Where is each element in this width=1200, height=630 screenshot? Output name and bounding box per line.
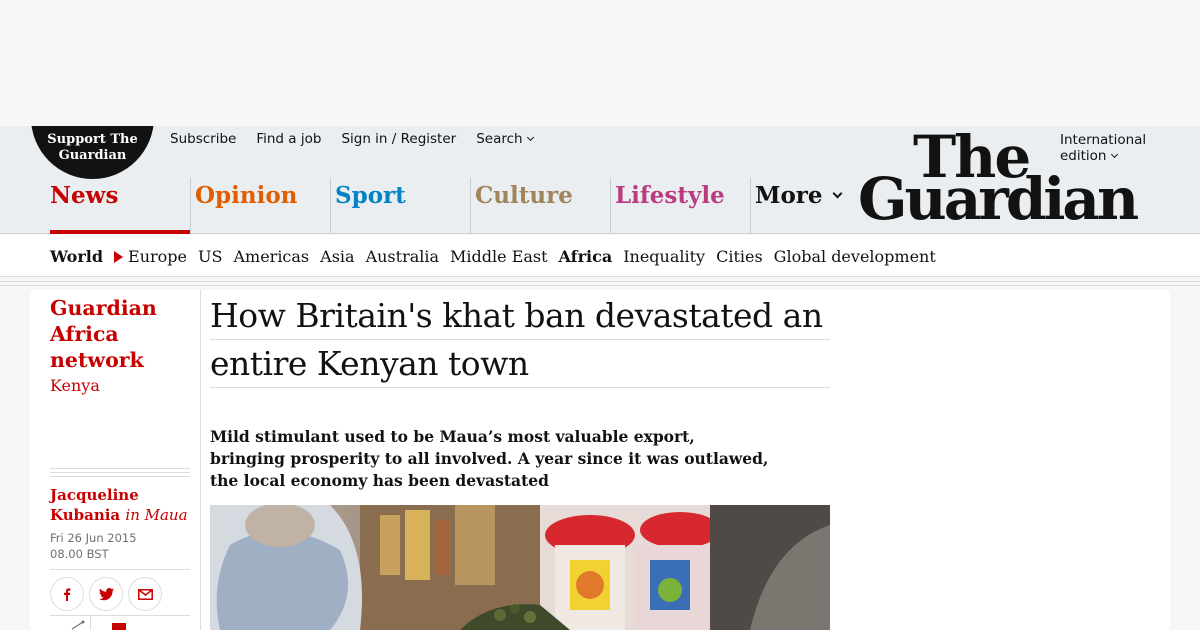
headline-line: entire Kenyan town	[210, 340, 830, 388]
sub-navigation: World Europe US Americas Asia Australia …	[0, 235, 1200, 277]
share-divider-2	[50, 615, 190, 616]
subnav-item-asia[interactable]: Asia	[320, 247, 354, 266]
support-the-guardian-button[interactable]: Support The Guardian	[31, 126, 154, 179]
tag-link[interactable]: Kenya	[50, 376, 100, 395]
chevron-down-icon	[832, 188, 843, 199]
subnav-label: Europe	[128, 247, 188, 266]
top-links: Subscribe Find a job Sign in / Register …	[170, 131, 534, 147]
logo-line-2: Guardian	[858, 165, 1139, 233]
series-link[interactable]: Guardian Africa network	[50, 295, 190, 373]
email-icon	[137, 588, 153, 600]
support-badge-clip: Support The Guardian	[0, 126, 200, 186]
meta-divider	[50, 468, 190, 480]
subnav-item-inequality[interactable]: Inequality	[623, 247, 705, 266]
current-arrow-icon	[114, 251, 124, 263]
subnav-item-global-development[interactable]: Global development	[774, 247, 936, 266]
pillar-label: Opinion	[195, 182, 298, 209]
email-share-button[interactable]	[128, 577, 162, 611]
divider	[90, 615, 91, 630]
pillar-label: More	[755, 182, 823, 209]
article-headline: How Britain's khat ban devastated an ent…	[210, 292, 830, 388]
subnav-item-europe[interactable]: Europe	[114, 247, 187, 266]
subnav-items: World Europe US Americas Asia Australia …	[50, 247, 936, 266]
pillar-label: Culture	[475, 182, 573, 209]
pillar-culture[interactable]: Culture	[470, 178, 610, 234]
pillar-news[interactable]: News	[50, 178, 190, 234]
support-label: Support The Guardian	[31, 132, 154, 164]
search-label: Search	[476, 131, 523, 147]
pillar-label: News	[50, 182, 119, 209]
market-photo	[210, 505, 830, 630]
advertisement-slot	[0, 0, 1200, 126]
subnav-item-australia[interactable]: Australia	[366, 247, 439, 266]
support-line-1: Support The	[47, 132, 138, 147]
facebook-icon	[64, 588, 71, 601]
pillar-opinion[interactable]: Opinion	[190, 178, 330, 234]
support-line-2: Guardian	[58, 148, 127, 163]
search-button[interactable]: Search	[476, 131, 534, 147]
pillar-label: Lifestyle	[615, 182, 725, 209]
twitter-share-button[interactable]	[89, 577, 123, 611]
byline: Jacqueline Kubania in Maua	[50, 485, 200, 525]
subnav-item-americas[interactable]: Americas	[233, 247, 309, 266]
headline-line: How Britain's khat ban devastated an	[210, 292, 830, 340]
guardian-logo[interactable]: The Guardian	[858, 126, 1158, 231]
sign-in-link[interactable]: Sign in / Register	[341, 131, 456, 147]
publish-time: 08.00 BST	[50, 547, 109, 561]
pillar-sport[interactable]: Sport	[330, 178, 470, 234]
share-icon[interactable]	[70, 620, 86, 630]
share-divider	[50, 569, 190, 570]
subnav-item-middle-east[interactable]: Middle East	[450, 247, 548, 266]
dateline: Fri 26 Jun 2015 08.00 BST	[50, 530, 137, 562]
byline-location: in Maua	[125, 506, 188, 524]
section-divider	[0, 278, 1200, 290]
subnav-item-world[interactable]: World	[50, 247, 103, 266]
article-meta-column: Guardian Africa network Kenya Jacqueline…	[30, 290, 201, 630]
article-standfirst: Mild stimulant used to be Maua’s most va…	[210, 427, 769, 490]
subnav-item-us[interactable]: US	[198, 247, 222, 266]
pillar-label: Sport	[335, 182, 406, 209]
chevron-down-icon	[526, 133, 534, 142]
article-main-image	[210, 505, 830, 630]
share-buttons	[50, 577, 162, 611]
subnav-item-africa[interactable]: Africa	[559, 247, 613, 266]
comment-count-icon[interactable]	[112, 623, 126, 630]
twitter-icon	[98, 587, 114, 600]
facebook-share-button[interactable]	[50, 577, 84, 611]
subnav-item-cities[interactable]: Cities	[716, 247, 763, 266]
find-a-job-link[interactable]: Find a job	[256, 131, 321, 147]
pillar-lifestyle[interactable]: Lifestyle	[610, 178, 750, 234]
pillar-nav: News Opinion Sport Culture Lifestyle Mor…	[50, 178, 860, 234]
pillar-more[interactable]: More	[750, 178, 860, 234]
article: Guardian Africa network Kenya Jacqueline…	[30, 290, 1170, 630]
publish-date: Fri 26 Jun 2015	[50, 531, 137, 545]
